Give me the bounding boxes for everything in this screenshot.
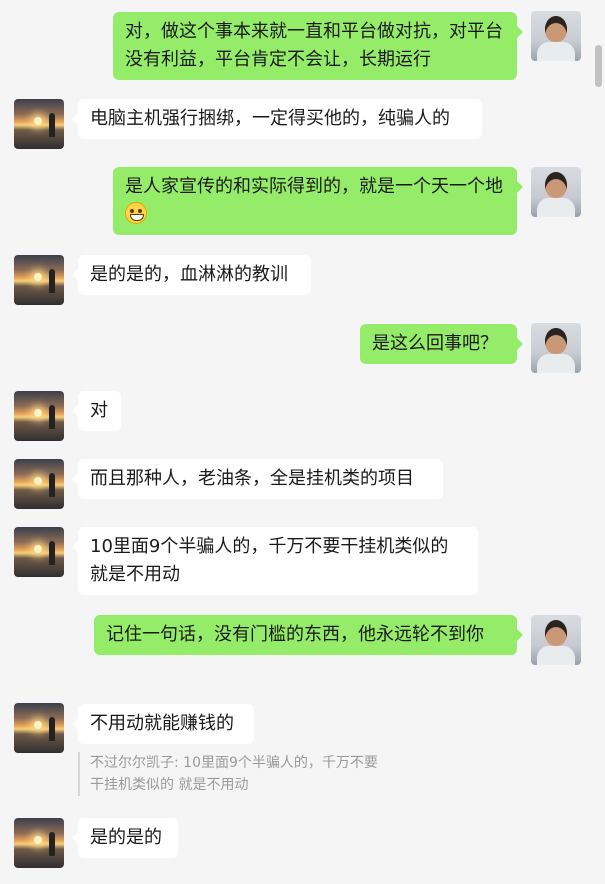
message-bubble-outgoing[interactable]: 是这么回事吧？ (360, 324, 523, 364)
message-text: 不用动就能赚钱的 (90, 713, 234, 734)
message-text: 是人家宣传的和实际得到的，就是一个天一个地 (125, 176, 503, 197)
message-text: 而且那种人，老油条，全是挂机类的项目 (90, 468, 414, 489)
avatar[interactable] (14, 527, 64, 577)
avatar[interactable] (14, 459, 64, 509)
avatar[interactable] (14, 99, 64, 149)
quoted-reply[interactable]: 不过尔尔凯子: 10里面9个半骗人的，千万不要干挂机类似的 就是不用动 (78, 752, 378, 796)
avatar[interactable] (531, 11, 581, 61)
scrollbar-thumb[interactable] (595, 45, 602, 87)
message-bubble-incoming[interactable]: 10里面9个半骗人的，千万不要干挂机类似的 就是不用动 (72, 527, 478, 595)
message-bubble-incoming[interactable]: 不用动就能赚钱的 (72, 704, 254, 744)
avatar[interactable] (531, 167, 581, 217)
avatar[interactable] (531, 323, 581, 373)
message-text: 电脑主机强行捆绑，一定得买他的，纯骗人的 (90, 108, 450, 129)
message-bubble-outgoing[interactable]: 记住一句话，没有门槛的东西，他永远轮不到你 (94, 615, 523, 655)
message-bubble-incoming[interactable]: 对 (72, 391, 121, 431)
message-text: 记住一句话，没有门槛的东西，他永远轮不到你 (106, 624, 484, 645)
grin-icon (125, 202, 147, 224)
avatar[interactable] (14, 255, 64, 305)
message-text: 是的是的 (90, 827, 162, 848)
message-text: 是的是的，血淋淋的教训 (90, 264, 288, 285)
message-text: 10里面9个半骗人的，千万不要干挂机类似的 就是不用动 (90, 536, 449, 585)
quoted-text: 不过尔尔凯子: 10里面9个半骗人的，千万不要干挂机类似的 就是不用动 (90, 755, 378, 793)
message-text: 对 (90, 400, 108, 421)
message-bubble-outgoing[interactable]: 是人家宣传的和实际得到的，就是一个天一个地 (113, 167, 523, 235)
message-bubble-incoming[interactable]: 而且那种人，老油条，全是挂机类的项目 (72, 459, 443, 499)
message-bubble-incoming[interactable]: 电脑主机强行捆绑，一定得买他的，纯骗人的 (72, 99, 482, 139)
avatar[interactable] (531, 615, 581, 665)
message-text: 是这么回事吧？ (372, 333, 498, 354)
message-bubble-incoming[interactable]: 是的是的 (72, 818, 178, 858)
avatar[interactable] (14, 391, 64, 441)
message-text: 对，做这个事本来就一直和平台做对抗，对平台没有利益，平台肯定不会让，长期运行 (125, 21, 503, 70)
avatar[interactable] (14, 703, 64, 753)
message-bubble-incoming[interactable]: 是的是的，血淋淋的教训 (72, 255, 311, 295)
message-bubble-outgoing[interactable]: 对，做这个事本来就一直和平台做对抗，对平台没有利益，平台肯定不会让，长期运行 (113, 12, 523, 80)
avatar[interactable] (14, 818, 64, 868)
chat-window: 对，做这个事本来就一直和平台做对抗，对平台没有利益，平台肯定不会让，长期运行 电… (0, 0, 605, 884)
scrollbar-track[interactable] (591, 0, 605, 884)
